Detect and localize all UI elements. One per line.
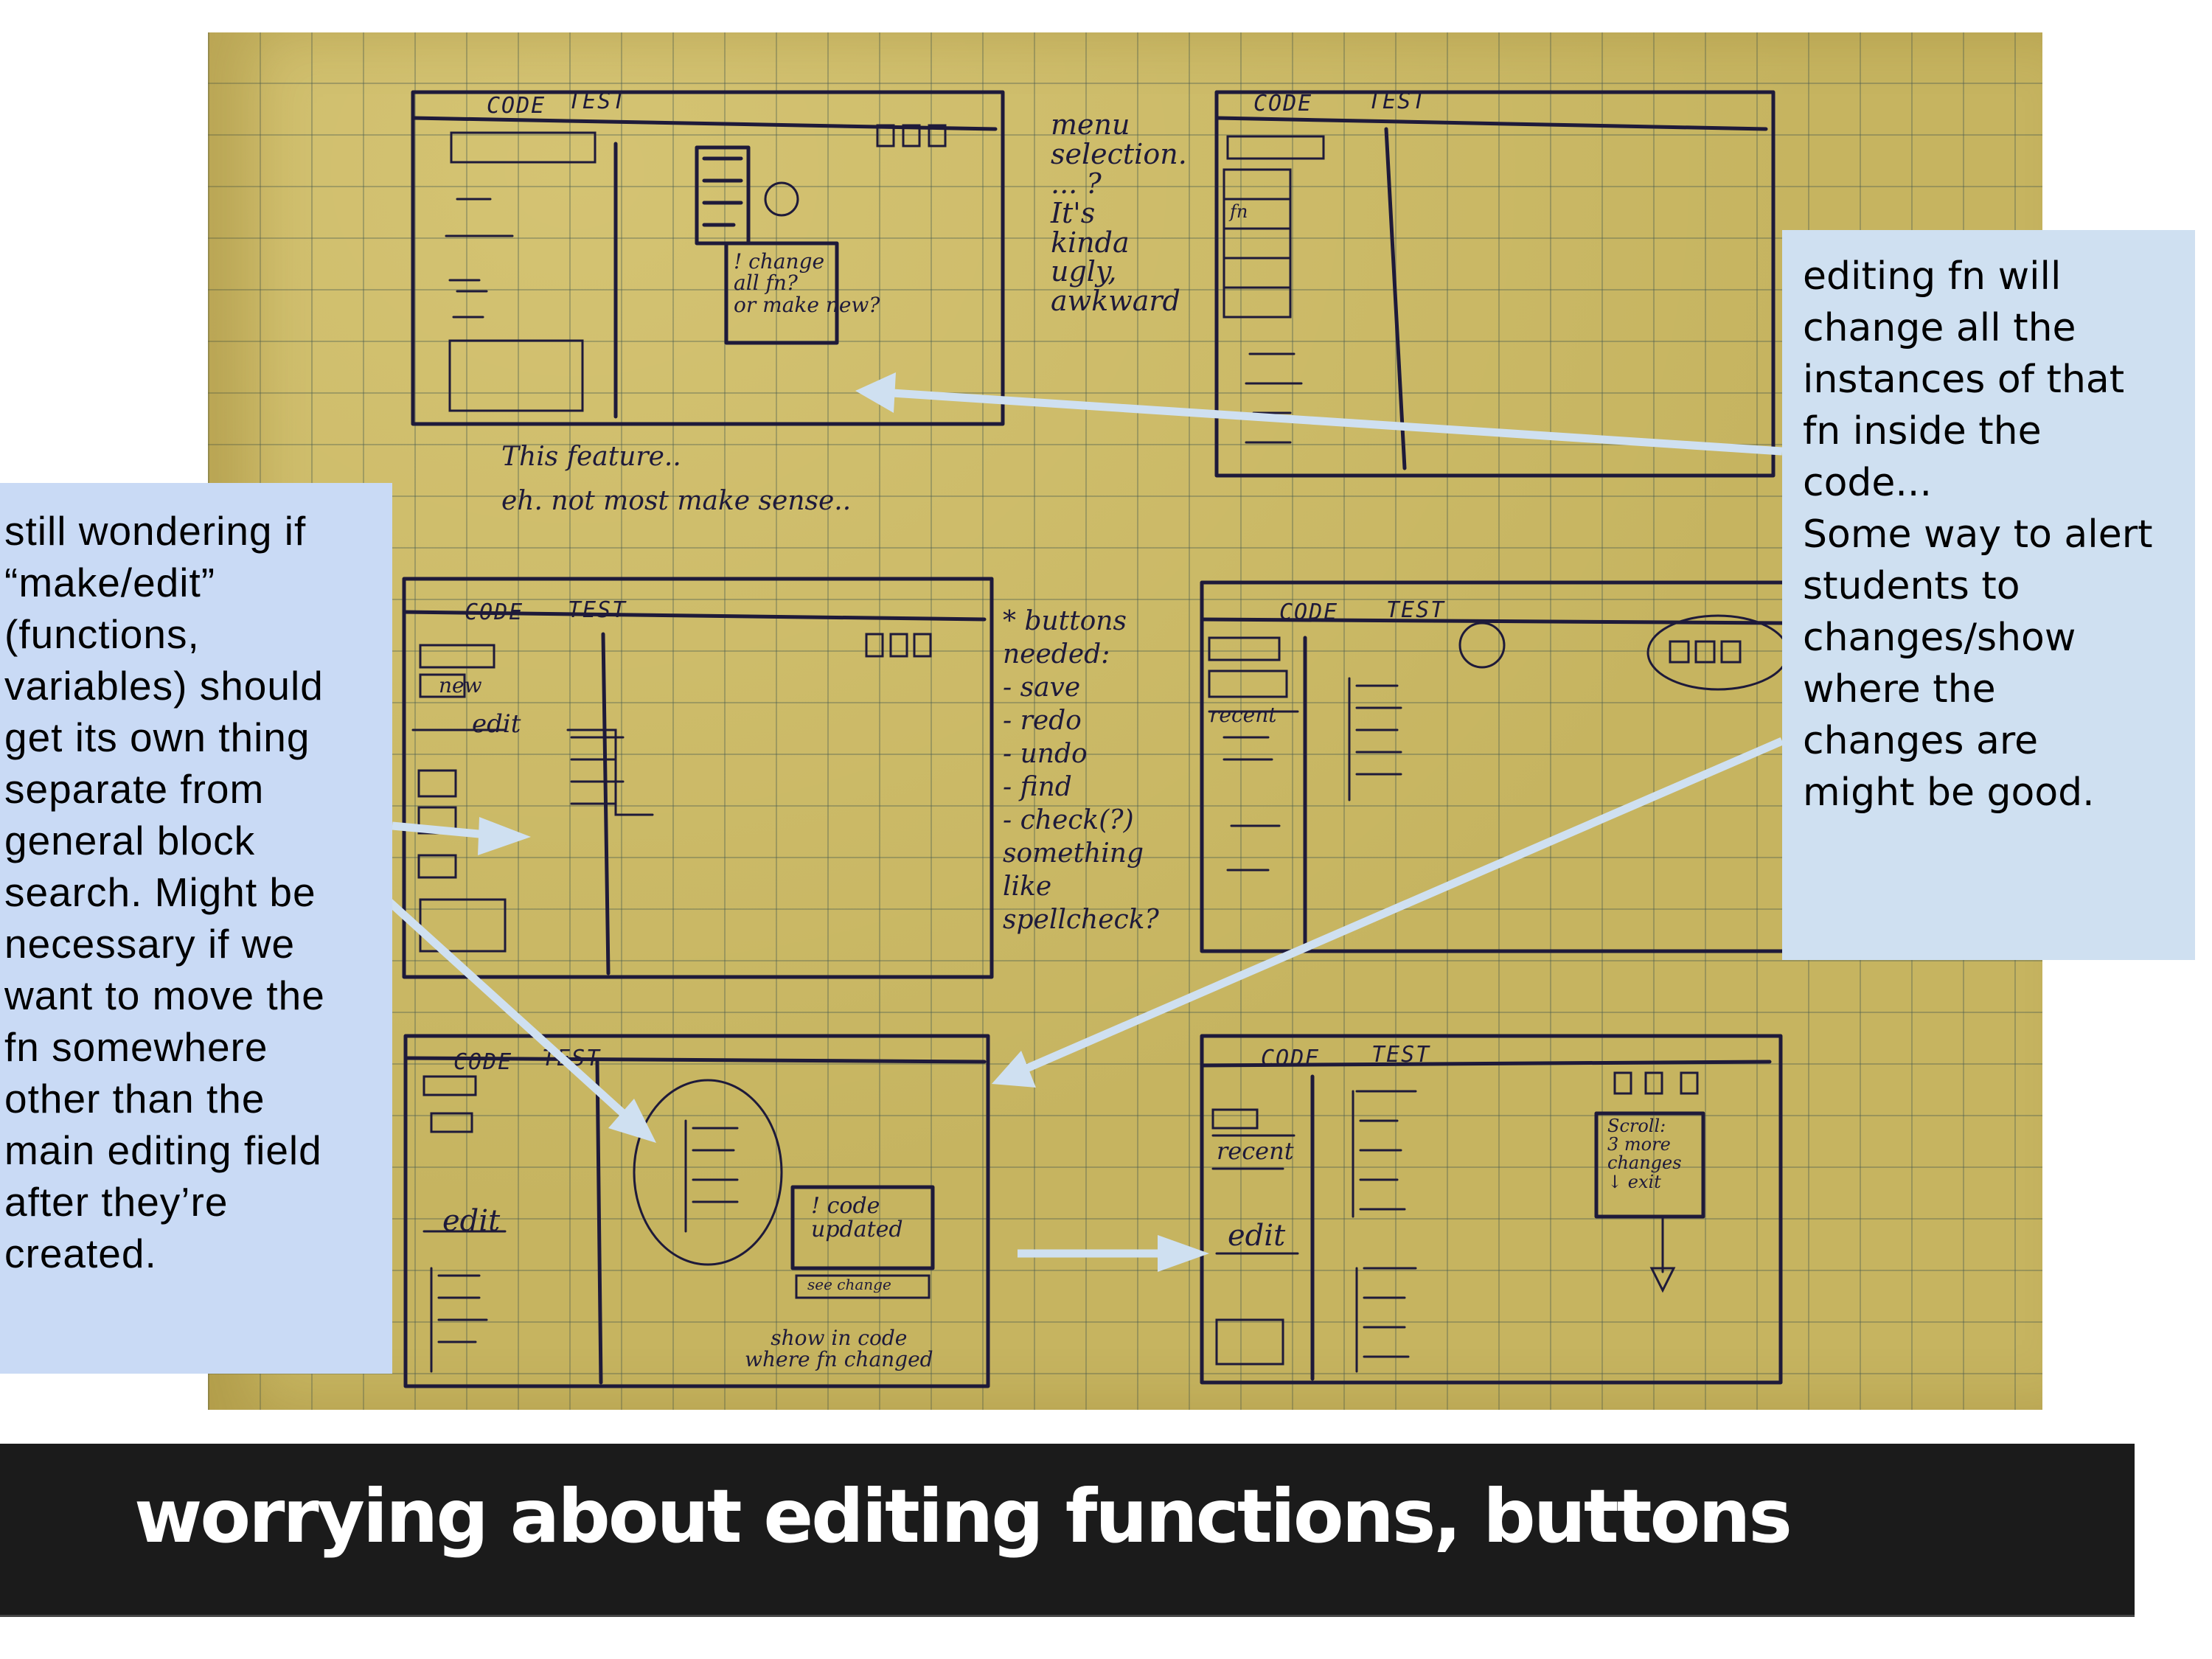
note-left: still wondering if “make/edit” (function… xyxy=(0,483,392,1374)
menu-item-fn: fn xyxy=(1230,201,1248,222)
caption-show-in-code: show in code where fn changed xyxy=(745,1326,933,1372)
tab-test-3: TEST xyxy=(568,597,627,623)
note-right: editing fn will change all the instances… xyxy=(1782,230,2195,960)
tab-test-2: TEST xyxy=(1368,88,1427,114)
see-change-button: see change xyxy=(807,1276,891,1293)
tab-test-4: TEST xyxy=(1386,597,1446,623)
dialog-change-all-fn: ! change all fn? or make new? xyxy=(734,249,880,317)
tab-code-1: CODE xyxy=(487,93,546,119)
dialog-scroll-changes: Scroll: 3 more changes ↓ exit xyxy=(1607,1116,1682,1192)
tab-code-5: CODE xyxy=(453,1049,513,1075)
dialog-code-updated: ! code updated xyxy=(811,1193,903,1242)
item-edit-5: edit xyxy=(442,1204,501,1238)
tab-test-5: TEST xyxy=(542,1046,602,1071)
tab-code-6: CODE xyxy=(1261,1046,1321,1071)
annotation-buttons-needed: * buttons needed: - save - redo - undo -… xyxy=(1003,606,1159,935)
slide-title: worrying about editing functions, button… xyxy=(134,1473,1792,1559)
tab-code-3: CODE xyxy=(465,599,524,625)
annotation-menu-selection: menu selection. ... ? It's kinda ugly, a… xyxy=(1051,108,1187,318)
tab-code-2: CODE xyxy=(1253,91,1313,116)
tab-code-4: CODE xyxy=(1279,599,1339,625)
item-edit-6: edit xyxy=(1228,1219,1286,1253)
tab-test-6: TEST xyxy=(1371,1042,1431,1068)
annotation-this-feature: This feature.. eh. not most make sense.. xyxy=(501,442,852,516)
item-recent-6: recent xyxy=(1217,1137,1294,1165)
title-bar: worrying about editing functions, button… xyxy=(0,1444,2135,1617)
item-edit-3: edit xyxy=(472,709,521,739)
item-recent-4: recent xyxy=(1209,703,1277,727)
tab-test-1: TEST xyxy=(568,88,627,114)
item-new-3: new xyxy=(439,673,482,698)
